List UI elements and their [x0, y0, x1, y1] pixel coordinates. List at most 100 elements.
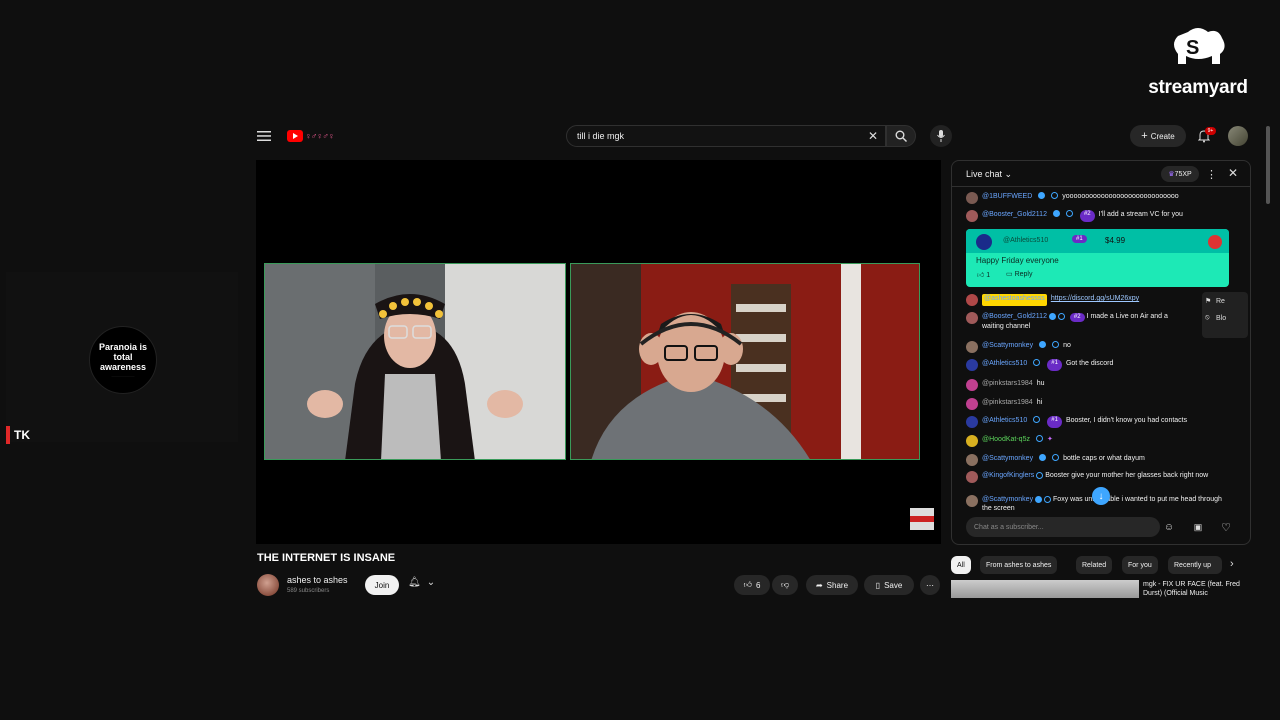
chevron-right-icon[interactable]: › [1230, 558, 1234, 570]
super-chat-like-button[interactable]: 👍︎ 1 [977, 270, 990, 279]
chat-avatar [966, 379, 978, 391]
channel-name[interactable]: ashes to ashes [287, 575, 348, 585]
account-avatar[interactable] [1228, 126, 1248, 146]
search-button[interactable] [886, 125, 916, 147]
doodle-figures-icon: ♀♂♀♂♀ [305, 131, 335, 141]
chat-avatar [966, 294, 978, 306]
share-button[interactable]: ➦ Share [806, 575, 858, 595]
chat-message[interactable]: @Booster_Gold2112 #2 I made a Live on Ai… [966, 312, 1186, 331]
chat-avatar [966, 416, 978, 428]
chat-avatar [966, 495, 978, 507]
search-query: till i die mgk [577, 131, 625, 141]
voice-search-button[interactable] [930, 125, 952, 147]
chat-link[interactable]: https://discord.gg/sUM26xpy [1051, 294, 1139, 306]
close-chat-icon[interactable]: ✕ [1228, 166, 1238, 180]
more-actions-icon[interactable]: ⋯ [920, 575, 940, 595]
menu-icon[interactable] [256, 128, 272, 144]
chat-author: @Booster_Gold2112 [982, 211, 1047, 218]
chat-avatar [966, 454, 978, 466]
chat-message[interactable]: @Scattymonkey no [966, 341, 1230, 353]
participant-name: TK [14, 428, 30, 442]
chat-message[interactable]: @Scattymonkey bottle caps or what dayum [966, 454, 1230, 466]
page-scrollbar[interactable] [1266, 126, 1270, 204]
video-tile-guest [570, 263, 920, 460]
chat-message[interactable]: @Athletics510 #1 Got the discord [966, 359, 1230, 371]
xp-value: 75XP [1174, 170, 1192, 178]
report-menu-item[interactable]: ⚑ Re [1202, 292, 1248, 305]
chat-author: @Athletics510 [982, 360, 1028, 367]
super-chat-text: Happy Friday everyone [976, 256, 1059, 265]
chat-avatar [966, 210, 978, 222]
channel-watermark [910, 508, 934, 530]
chevron-down-icon: ⌄ [1004, 169, 1013, 179]
member-ring-icon [1033, 359, 1041, 366]
rank-badge: #2 [1079, 210, 1095, 222]
chip-all[interactable]: All [951, 556, 971, 574]
clear-search-icon[interactable]: ✕ [866, 129, 880, 143]
chat-text: bottle caps or what dayum [1063, 455, 1145, 462]
xp-badge[interactable]: ♛ 75XP [1161, 166, 1199, 182]
dislike-button[interactable]: 👎︎ [772, 575, 798, 595]
chat-text: no [1063, 342, 1071, 349]
chip-from-channel[interactable]: From ashes to ashes [980, 556, 1058, 574]
recommendation-thumbnail[interactable] [951, 580, 1139, 598]
reply-icon: ▭ [1006, 271, 1013, 278]
chip-for-you[interactable]: For you [1122, 556, 1158, 574]
sticker-emoji: ✦ [1046, 436, 1053, 443]
chat-avatar [966, 435, 978, 447]
chat-message[interactable]: @HoodKat-q5z ✦ [966, 435, 1230, 447]
verified-icon [1048, 312, 1056, 320]
participant-avatar: Paranoia is total awareness ············… [89, 326, 157, 394]
message-context-menu: ⚑ Re ⦸ Blo [1202, 292, 1248, 338]
heart-icon[interactable]: ♡ [1218, 519, 1234, 535]
chat-message[interactable]: @Booster_Gold2112 #2 I'll add a stream V… [966, 210, 1230, 222]
live-chat-mode-dropdown[interactable]: Live chat ⌄ [966, 169, 1012, 180]
thumbs-up-icon: 👍︎ [977, 272, 985, 279]
block-menu-item[interactable]: ⦸ Blo [1202, 305, 1248, 322]
chat-input[interactable]: Chat as a subscriber... [966, 517, 1160, 537]
chat-message[interactable]: @Athletics510 #1 Booster, I didn't know … [966, 416, 1230, 428]
chat-author-owner: @ashestoashessss [982, 294, 1047, 306]
chat-input-placeholder: Chat as a subscriber... [974, 523, 1044, 531]
recommendation-title[interactable]: mgk - FIX UR FACE (feat. Fred Durst) (Of… [1143, 580, 1248, 598]
avatar-text-line1: Paranoia is [98, 342, 148, 352]
search-icon [895, 130, 907, 142]
chat-message[interactable]: @pinkstars1984 hi [966, 398, 1230, 410]
chat-options-icon[interactable]: ⋮ [1206, 168, 1217, 181]
save-label: Save [884, 580, 903, 590]
chip-related[interactable]: Related [1076, 556, 1113, 574]
verified-icon [1052, 210, 1060, 217]
chat-message[interactable]: @KingofKinglers Booster give your mother… [966, 471, 1230, 483]
subscription-bell-button[interactable]: 🔔︎ ⌄ [408, 577, 440, 593]
chip-recently-uploaded[interactable]: Recently up [1168, 556, 1222, 574]
create-label: Create [1150, 131, 1175, 141]
chat-message[interactable]: @pinkstars1984 hu [966, 379, 1230, 391]
bookmark-icon: ▯ [875, 580, 881, 590]
chevron-down-icon: ⌄ [426, 577, 436, 588]
search-input[interactable]: till i die mgk [566, 125, 886, 147]
youtube-logo[interactable]: ♀♂♀♂♀ [287, 129, 335, 143]
block-label: Blo [1216, 315, 1227, 322]
chat-text: hi [1036, 399, 1043, 406]
super-chat-icon[interactable]: ▣ [1190, 520, 1206, 534]
chat-message[interactable]: @ashestoashessss https://discord.gg/sUM2… [966, 294, 1230, 306]
emoji-picker-icon[interactable]: ☺ [1162, 520, 1176, 534]
chat-text: Got the discord [1065, 360, 1114, 367]
chat-author: @Scattymonkey [982, 496, 1034, 503]
member-ring-icon [1052, 341, 1060, 348]
super-chat-reply-button[interactable]: ▭ Reply [1006, 270, 1032, 278]
save-button[interactable]: ▯ Save [864, 575, 914, 595]
like-button[interactable]: 👍︎ 6 [734, 575, 770, 595]
super-chat-amount: $4.99 [1105, 236, 1126, 245]
member-ring-icon [1033, 416, 1041, 423]
chat-message[interactable]: @1BUFFWEED yoooooooooooooooooooooooooooo… [966, 192, 1230, 204]
join-button[interactable]: Join [365, 575, 399, 595]
chat-text: Booster give your mother her glasses bac… [1045, 472, 1209, 479]
chat-avatar [966, 312, 978, 324]
rank-badge: #2 [1069, 313, 1085, 322]
verified-icon [1039, 341, 1047, 348]
create-button[interactable]: + Create [1130, 125, 1186, 147]
streamyard-logo: S streamyard [1140, 24, 1256, 100]
channel-avatar[interactable] [257, 574, 279, 596]
scroll-to-bottom-button[interactable]: ↓ [1092, 487, 1110, 505]
